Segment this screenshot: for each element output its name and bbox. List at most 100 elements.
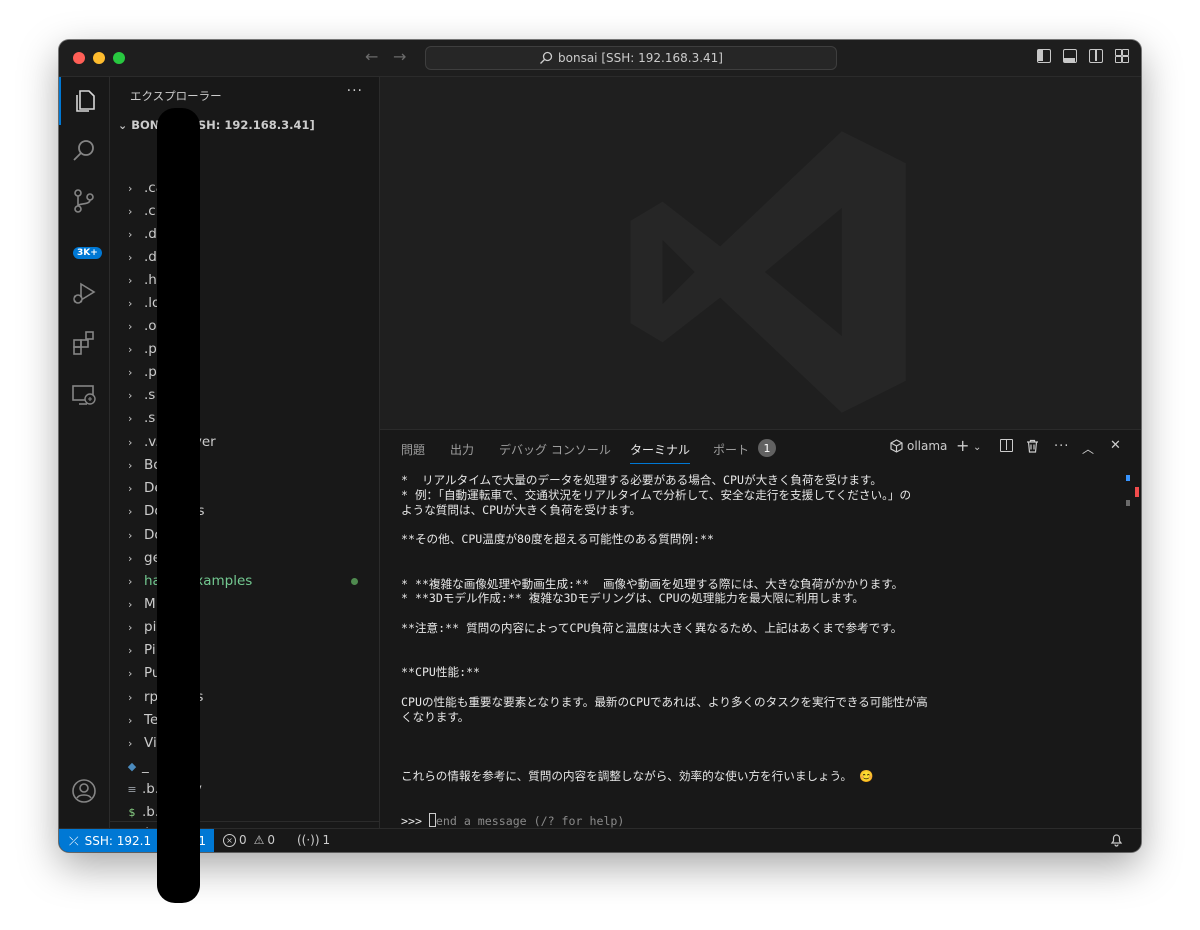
folder-label: Vi — [144, 735, 157, 751]
new-terminal-icon[interactable]: + — [956, 436, 969, 455]
files-icon — [76, 90, 95, 112]
folder-label: M — [144, 596, 156, 612]
toggle-panel-icon[interactable] — [1063, 49, 1077, 63]
back-arrow-icon[interactable]: ← — [365, 47, 378, 66]
accounts-activity[interactable] — [59, 767, 109, 815]
file-label: _ — [142, 758, 149, 774]
explorer-more-actions[interactable]: ··· — [347, 83, 363, 99]
terminal-placeholder: end a message (/? for help) — [435, 814, 625, 829]
terminal-line: CPUの性能も重要な要素となります。最新のCPUであれば、より多くのタスクを実行… — [401, 694, 928, 709]
remote-explorer-icon — [72, 385, 96, 405]
explorer-sidebar: エクスプローラー ··· ⌄ BONSAI [SSH: 192.168.3.41]… — [110, 77, 380, 852]
more-actions-icon[interactable]: ··· — [1054, 439, 1069, 454]
chevron-down-icon: ⌄ — [118, 119, 128, 132]
bottom-panel: 問題 出力 デバッグ コンソール ターミナル ポート 1 ollama + ⌄ … — [380, 429, 1141, 829]
chevron-right-icon: › — [128, 713, 133, 727]
chevron-right-icon: › — [128, 620, 133, 634]
remote-explorer-activity[interactable] — [59, 371, 109, 419]
command-center-search[interactable]: bonsai [SSH: 192.168.3.41] — [425, 46, 837, 70]
search-icon — [540, 51, 553, 64]
terminal-prompt-line[interactable]: >>> end a message (/? for help) — [401, 813, 1091, 828]
vscode-window: ← → bonsai [SSH: 192.168.3.41] 3K+ エクスプロ… — [59, 40, 1141, 852]
forward-arrow-icon[interactable]: → — [393, 47, 406, 66]
extensions-activity[interactable] — [59, 319, 109, 367]
ports-count: 1 — [322, 833, 331, 847]
minimize-window-button[interactable] — [93, 52, 105, 64]
chevron-right-icon: › — [128, 574, 133, 588]
close-window-button[interactable] — [73, 52, 85, 64]
tab-output[interactable]: 出力 — [450, 441, 474, 458]
chevron-right-icon: › — [128, 181, 133, 195]
vscode-logo-watermark-icon — [630, 131, 906, 413]
title-bar: ← → bonsai [SSH: 192.168.3.41] — [59, 40, 1141, 77]
run-debug-activity[interactable] — [59, 269, 109, 317]
explorer-activity[interactable] — [59, 77, 109, 125]
run-debug-icon — [73, 282, 96, 304]
terminal-output[interactable]: * リアルタイムで大量のデータを処理する必要がある場合、CPUが大きく負荷を受け… — [401, 473, 1091, 828]
explorer-title: エクスプローラー — [130, 89, 222, 103]
zoom-window-button[interactable] — [113, 52, 125, 64]
tab-problems[interactable]: 問題 — [401, 441, 425, 458]
chevron-right-icon: › — [128, 551, 133, 565]
terminal-line: * **複雑な画像処理や動画生成:** 画像や動画を処理する際には、大きな負荷が… — [401, 576, 904, 591]
warning-count: 0 — [267, 833, 276, 847]
broadcast-icon: ((·)) — [297, 833, 320, 847]
terminal-line: これらの情報を参考に、質問の内容を調整しながら、効率的な使い方を行いましょう。 … — [401, 768, 874, 783]
close-panel-icon[interactable]: ✕ — [1110, 438, 1121, 453]
chevron-right-icon: › — [128, 342, 133, 356]
tab-debug-console[interactable]: デバッグ コンソール — [499, 441, 611, 458]
terminal-line: **注意:** 質問の内容によってCPU負荷と温度は大きく異なるため、上記はあく… — [401, 620, 903, 635]
extensions-icon — [73, 331, 94, 355]
chevron-right-icon: › — [128, 458, 133, 472]
folder-label: .o — [144, 318, 157, 334]
terminal-line: くなります。 — [401, 709, 470, 724]
notifications-bell-icon[interactable] — [1110, 833, 1123, 847]
editor-area — [380, 77, 1141, 429]
chevron-right-icon: › — [128, 388, 133, 402]
remote-label: SSH: 192.1 — [84, 834, 152, 848]
chevron-right-icon: › — [128, 273, 133, 287]
terminal-line: **その他、CPU温度が80度を超える可能性のある質問例:** — [401, 532, 714, 547]
error-icon: × — [223, 833, 236, 847]
remote-icon: ⤫ — [69, 833, 79, 848]
split-terminal-icon[interactable] — [1000, 439, 1013, 452]
ports-status[interactable]: ((·)) 1 — [297, 833, 330, 847]
chevron-right-icon: › — [128, 666, 133, 680]
source-control-activity[interactable] — [59, 177, 109, 225]
folder-label: .s — [144, 387, 156, 403]
chevron-right-icon: › — [128, 319, 133, 333]
trash-icon[interactable] — [1026, 439, 1039, 457]
account-icon — [72, 779, 96, 803]
chevron-down-icon[interactable]: ⌄ — [973, 442, 981, 453]
terminal-selector[interactable]: ollama — [890, 439, 947, 453]
tab-ports[interactable]: ポート — [713, 441, 749, 458]
toggle-primary-sidebar-icon[interactable] — [1037, 49, 1051, 63]
shell-file-icon: $ — [128, 805, 136, 819]
folder-label: .h — [144, 272, 157, 288]
chevron-right-icon: › — [128, 597, 133, 611]
text-file-icon: ≡ — [127, 782, 137, 796]
folder-label: .d — [144, 249, 157, 265]
command-center-label: bonsai [SSH: 192.168.3.41] — [558, 51, 723, 65]
workspace-root[interactable]: ⌄ BONSAI [SSH: 192.168.3.41] — [118, 118, 315, 132]
redaction-bar — [157, 108, 200, 903]
terminal-line: ような質問は、CPUが大きく負荷を受けます。 — [401, 502, 642, 517]
folder-label: pi — [144, 619, 157, 635]
error-count: 0 — [239, 833, 247, 847]
tab-terminal[interactable]: ターミナル — [630, 441, 691, 464]
source-control-badge: 3K+ — [73, 247, 102, 259]
toggle-secondary-sidebar-icon[interactable] — [1089, 49, 1103, 63]
maximize-panel-icon[interactable]: ︿ — [1082, 440, 1094, 457]
chevron-right-icon: › — [128, 227, 133, 241]
problems-status[interactable]: × 0 ⚠ 0 — [223, 833, 275, 847]
terminal-name: ollama — [907, 439, 948, 453]
search-activity[interactable] — [59, 127, 109, 175]
customize-layout-icon[interactable] — [1115, 49, 1129, 63]
